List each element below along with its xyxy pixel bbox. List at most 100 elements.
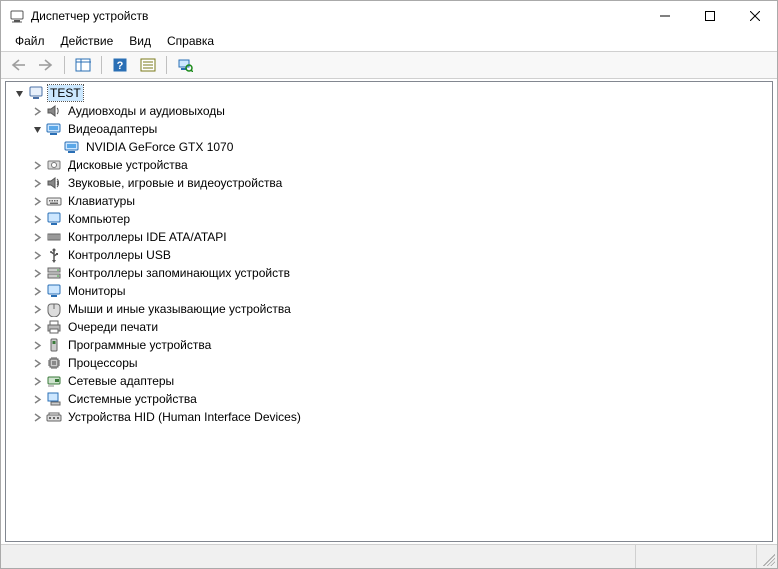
speaker-icon <box>46 103 62 119</box>
device-manager-window: Диспетчер устройств Файл Действие Вид Сп… <box>0 0 778 569</box>
tree-item-label: Мониторы <box>66 283 127 299</box>
tree-item-ide-controllers[interactable]: Контроллеры IDE ATA/ATAPI <box>6 228 772 246</box>
chevron-right-icon[interactable] <box>30 374 44 388</box>
computer-icon <box>28 85 44 101</box>
menu-help[interactable]: Справка <box>159 32 222 50</box>
tree-item-gpu[interactable]: NVIDIA GeForce GTX 1070 <box>6 138 772 156</box>
chevron-right-icon[interactable] <box>30 212 44 226</box>
maximize-button[interactable] <box>687 1 732 31</box>
status-panel-main <box>1 545 636 568</box>
chevron-right-icon[interactable] <box>30 338 44 352</box>
tree-item-label: Компьютер <box>66 211 132 227</box>
processor-icon <box>46 355 62 371</box>
tree-item-label: TEST <box>48 85 83 101</box>
menubar: Файл Действие Вид Справка <box>1 31 777 51</box>
chevron-right-icon[interactable] <box>30 320 44 334</box>
monitor-icon <box>46 283 62 299</box>
menu-view[interactable]: Вид <box>121 32 159 50</box>
tree-item-disk-drives[interactable]: Дисковые устройства <box>6 156 772 174</box>
chevron-right-icon[interactable] <box>30 266 44 280</box>
tree-item-print-queues[interactable]: Очереди печати <box>6 318 772 336</box>
system-device-icon <box>46 391 62 407</box>
chevron-right-icon[interactable] <box>30 158 44 172</box>
chevron-down-icon[interactable] <box>12 86 26 100</box>
device-tree[interactable]: TEST Аудиовходы и аудиовыходы Видеоадапт… <box>5 81 773 542</box>
minimize-button[interactable] <box>642 1 687 31</box>
tree-item-label: Мыши и иные указывающие устройства <box>66 301 293 317</box>
software-device-icon <box>46 337 62 353</box>
chevron-down-icon[interactable] <box>30 122 44 136</box>
chevron-right-icon[interactable] <box>30 410 44 424</box>
chevron-right-icon[interactable] <box>30 230 44 244</box>
tree-item-sound-video-game[interactable]: Звуковые, игровые и видеоустройства <box>6 174 772 192</box>
chevron-right-icon[interactable] <box>30 176 44 190</box>
toolbar-separator <box>101 56 102 74</box>
tree-item-label: Очереди печати <box>66 319 160 335</box>
sound-icon <box>46 175 62 191</box>
svg-text:?: ? <box>117 60 124 72</box>
chevron-right-icon[interactable] <box>30 302 44 316</box>
tree-item-label: Аудиовходы и аудиовыходы <box>66 103 227 119</box>
keyboard-icon <box>46 193 62 209</box>
tree-item-label: Контроллеры IDE ATA/ATAPI <box>66 229 229 245</box>
network-adapter-icon <box>46 373 62 389</box>
toolbar-separator <box>166 56 167 74</box>
tree-item-mice[interactable]: Мыши и иные указывающие устройства <box>6 300 772 318</box>
storage-controller-icon <box>46 265 62 281</box>
tree-item-hid-devices[interactable]: Устройства HID (Human Interface Devices) <box>6 408 772 426</box>
usb-icon <box>46 247 62 263</box>
ide-controller-icon <box>46 229 62 245</box>
tree-item-network-adapters[interactable]: Сетевые адаптеры <box>6 372 772 390</box>
scan-hardware-button[interactable] <box>172 53 198 77</box>
tree-root-computer[interactable]: TEST <box>6 84 772 102</box>
menu-file[interactable]: Файл <box>7 32 53 50</box>
hid-icon <box>46 409 62 425</box>
printer-icon <box>46 319 62 335</box>
tree-item-software-devices[interactable]: Программные устройства <box>6 336 772 354</box>
tree-item-label: Дисковые устройства <box>66 157 190 173</box>
tree-item-audio-inputs-outputs[interactable]: Аудиовходы и аудиовыходы <box>6 102 772 120</box>
tree-item-label: Процессоры <box>66 355 140 371</box>
chevron-right-icon[interactable] <box>30 392 44 406</box>
monitor-icon <box>46 211 62 227</box>
tree-item-label: Контроллеры USB <box>66 247 173 263</box>
titlebar: Диспетчер устройств <box>1 1 777 31</box>
chevron-right-icon[interactable] <box>30 194 44 208</box>
chevron-right-icon[interactable] <box>30 104 44 118</box>
close-button[interactable] <box>732 1 777 31</box>
tree-item-label: Клавиатуры <box>66 193 137 209</box>
tree-item-storage-controllers[interactable]: Контроллеры запоминающих устройств <box>6 264 772 282</box>
tree-item-monitors[interactable]: Мониторы <box>6 282 772 300</box>
tree-item-label: Программные устройства <box>66 337 213 353</box>
tree-item-computer[interactable]: Компьютер <box>6 210 772 228</box>
resize-grip[interactable] <box>757 545 777 568</box>
mouse-icon <box>46 301 62 317</box>
tree-item-keyboards[interactable]: Клавиатуры <box>6 192 772 210</box>
toolbar: ? <box>1 51 777 79</box>
statusbar <box>1 544 777 568</box>
toolbar-separator <box>64 56 65 74</box>
help-button[interactable]: ? <box>107 53 133 77</box>
tree-item-label: NVIDIA GeForce GTX 1070 <box>84 139 235 155</box>
nav-back-button[interactable] <box>5 53 31 77</box>
display-adapter-icon <box>46 121 62 137</box>
properties-button[interactable] <box>135 53 161 77</box>
tree-item-label: Звуковые, игровые и видеоустройства <box>66 175 284 191</box>
tree-item-processors[interactable]: Процессоры <box>6 354 772 372</box>
tree-item-system-devices[interactable]: Системные устройства <box>6 390 772 408</box>
device-manager-icon <box>9 8 25 24</box>
status-panel-secondary <box>636 545 757 568</box>
tree-item-usb-controllers[interactable]: Контроллеры USB <box>6 246 772 264</box>
nav-forward-button[interactable] <box>33 53 59 77</box>
chevron-right-icon[interactable] <box>30 356 44 370</box>
show-hide-console-tree-button[interactable] <box>70 53 96 77</box>
tree-item-label: Видеоадаптеры <box>66 121 159 137</box>
tree-item-label: Системные устройства <box>66 391 199 407</box>
chevron-right-icon[interactable] <box>30 248 44 262</box>
chevron-right-icon[interactable] <box>30 284 44 298</box>
tree-item-display-adapters[interactable]: Видеоадаптеры <box>6 120 772 138</box>
expander-none <box>48 140 62 154</box>
menu-action[interactable]: Действие <box>53 32 122 50</box>
display-adapter-icon <box>64 139 80 155</box>
disk-drive-icon <box>46 157 62 173</box>
